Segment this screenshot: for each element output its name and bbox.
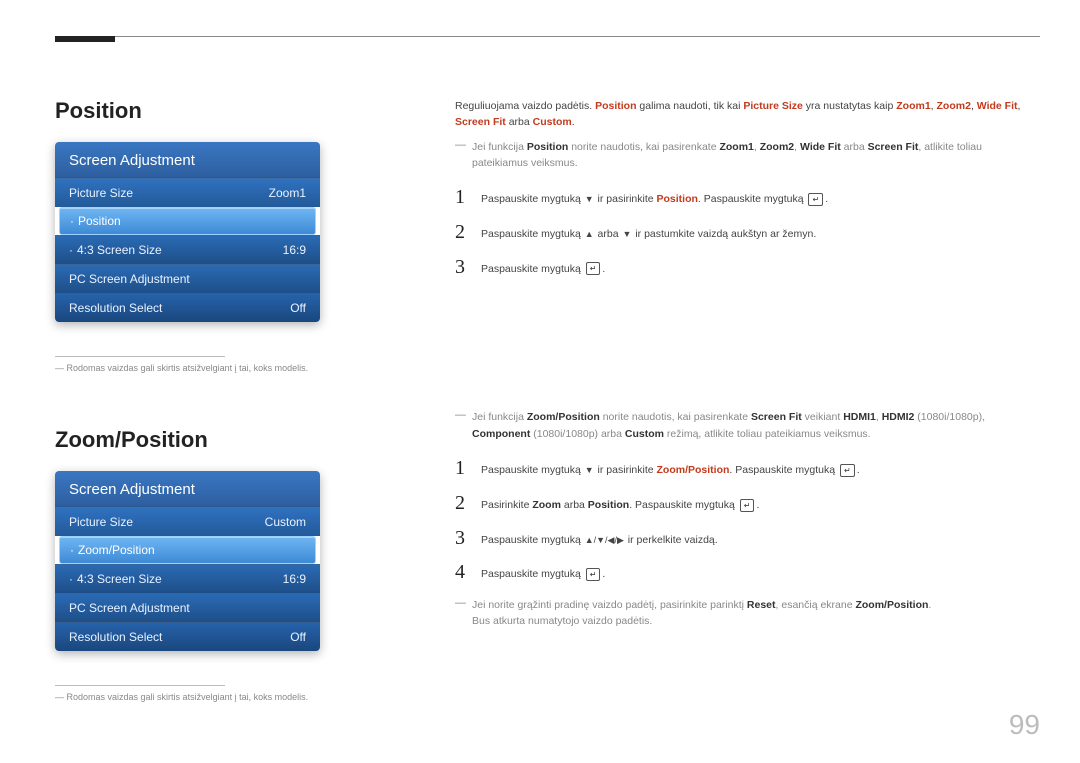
menu-label: Picture Size	[69, 186, 133, 200]
menu-label: ·4:3 Screen Size	[69, 243, 162, 257]
menu-row-43[interactable]: ·4:3 Screen Size 16:9	[55, 564, 320, 593]
menu-row-resolution[interactable]: Resolution Select Off	[55, 622, 320, 651]
footnote-2: Rodomas vaizdas gali skirtis atsižvelgia…	[55, 692, 340, 702]
step-4: 4 Paspauskite mygtuką ↵.	[455, 562, 1040, 583]
top-accent	[55, 36, 115, 42]
dash-icon: ―	[455, 139, 466, 172]
down-icon: ▼	[623, 227, 632, 241]
step-1: 1 Paspauskite mygtuką ▼ ir pasirinkite Z…	[455, 458, 1040, 479]
down-icon: ▼	[585, 192, 594, 206]
enter-icon: ↵	[840, 464, 855, 477]
menu-label: Resolution Select	[69, 301, 162, 315]
arrows-icon: ▲/▼/◀/▶	[585, 533, 624, 547]
menu-header: Screen Adjustment	[55, 471, 320, 507]
menu-label: Resolution Select	[69, 630, 162, 644]
up-icon: ▲	[585, 227, 594, 241]
menu-row-position[interactable]: ·Position	[59, 207, 316, 235]
menu-value: Custom	[265, 515, 306, 529]
menu-value: Off	[290, 301, 306, 315]
note-3: ― Jei norite grąžinti pradinę vaizdo pad…	[455, 597, 1040, 630]
down-icon: ▼	[585, 463, 594, 477]
title-zoom-position: Zoom/Position	[55, 427, 340, 453]
enter-icon: ↵	[740, 499, 755, 512]
menu-label: PC Screen Adjustment	[69, 272, 190, 286]
step-3: 3 Paspauskite mygtuką ↵.	[455, 257, 1040, 278]
footnote-rule	[55, 685, 225, 686]
menu-value: 16:9	[283, 243, 306, 257]
enter-icon: ↵	[586, 262, 601, 275]
top-rule	[55, 36, 1040, 37]
intro-para: Reguliuojama vaizdo padėtis. Position ga…	[455, 98, 1040, 131]
menu-panel-position: Screen Adjustment Picture Size Zoom1 ·Po…	[55, 142, 320, 322]
menu-row-resolution[interactable]: Resolution Select Off	[55, 293, 320, 322]
step-1: 1 Paspauskite mygtuką ▼ ir pasirinkite P…	[455, 187, 1040, 208]
note-2: ― Jei funkcija Zoom/Position norite naud…	[455, 409, 1040, 442]
note-1: ― Jei funkcija Position norite naudotis,…	[455, 139, 1040, 172]
dash-icon: ―	[455, 409, 466, 442]
menu-value: Off	[290, 630, 306, 644]
step-2: 2 Paspauskite mygtuką ▲ arba ▼ ir pastum…	[455, 222, 1040, 243]
step-3: 3 Paspauskite mygtuką ▲/▼/◀/▶ ir perkelk…	[455, 528, 1040, 549]
menu-label: ·Position	[70, 214, 121, 228]
steps-position: 1 Paspauskite mygtuką ▼ ir pasirinkite P…	[455, 187, 1040, 277]
menu-row-43[interactable]: ·4:3 Screen Size 16:9	[55, 235, 320, 264]
menu-row-zoom-position[interactable]: ·Zoom/Position	[59, 536, 316, 564]
menu-label: Picture Size	[69, 515, 133, 529]
menu-panel-zoom-position: Screen Adjustment Picture Size Custom ·Z…	[55, 471, 320, 651]
menu-value: 16:9	[283, 572, 306, 586]
menu-value: Zoom1	[269, 186, 306, 200]
title-position: Position	[55, 98, 340, 124]
footnote-1: Rodomas vaizdas gali skirtis atsižvelgia…	[55, 363, 340, 373]
menu-row-pc[interactable]: PC Screen Adjustment	[55, 593, 320, 622]
enter-icon: ↵	[808, 193, 823, 206]
menu-header: Screen Adjustment	[55, 142, 320, 178]
page-number: 99	[1009, 709, 1040, 741]
menu-row-picture-size[interactable]: Picture Size Zoom1	[55, 178, 320, 207]
menu-row-pc[interactable]: PC Screen Adjustment	[55, 264, 320, 293]
right-column: Reguliuojama vaizdo padėtis. Position ga…	[455, 98, 1040, 630]
menu-label: ·Zoom/Position	[70, 543, 155, 557]
step-2: 2 Pasirinkite Zoom arba Position. Paspau…	[455, 493, 1040, 514]
menu-row-picture-size[interactable]: Picture Size Custom	[55, 507, 320, 536]
steps-zoom-position: 1 Paspauskite mygtuką ▼ ir pasirinkite Z…	[455, 458, 1040, 583]
left-column: Position Screen Adjustment Picture Size …	[55, 98, 340, 702]
footnote-rule	[55, 356, 225, 357]
dash-icon: ―	[455, 597, 466, 630]
enter-icon: ↵	[586, 568, 601, 581]
menu-label: PC Screen Adjustment	[69, 601, 190, 615]
menu-label: ·4:3 Screen Size	[69, 572, 162, 586]
